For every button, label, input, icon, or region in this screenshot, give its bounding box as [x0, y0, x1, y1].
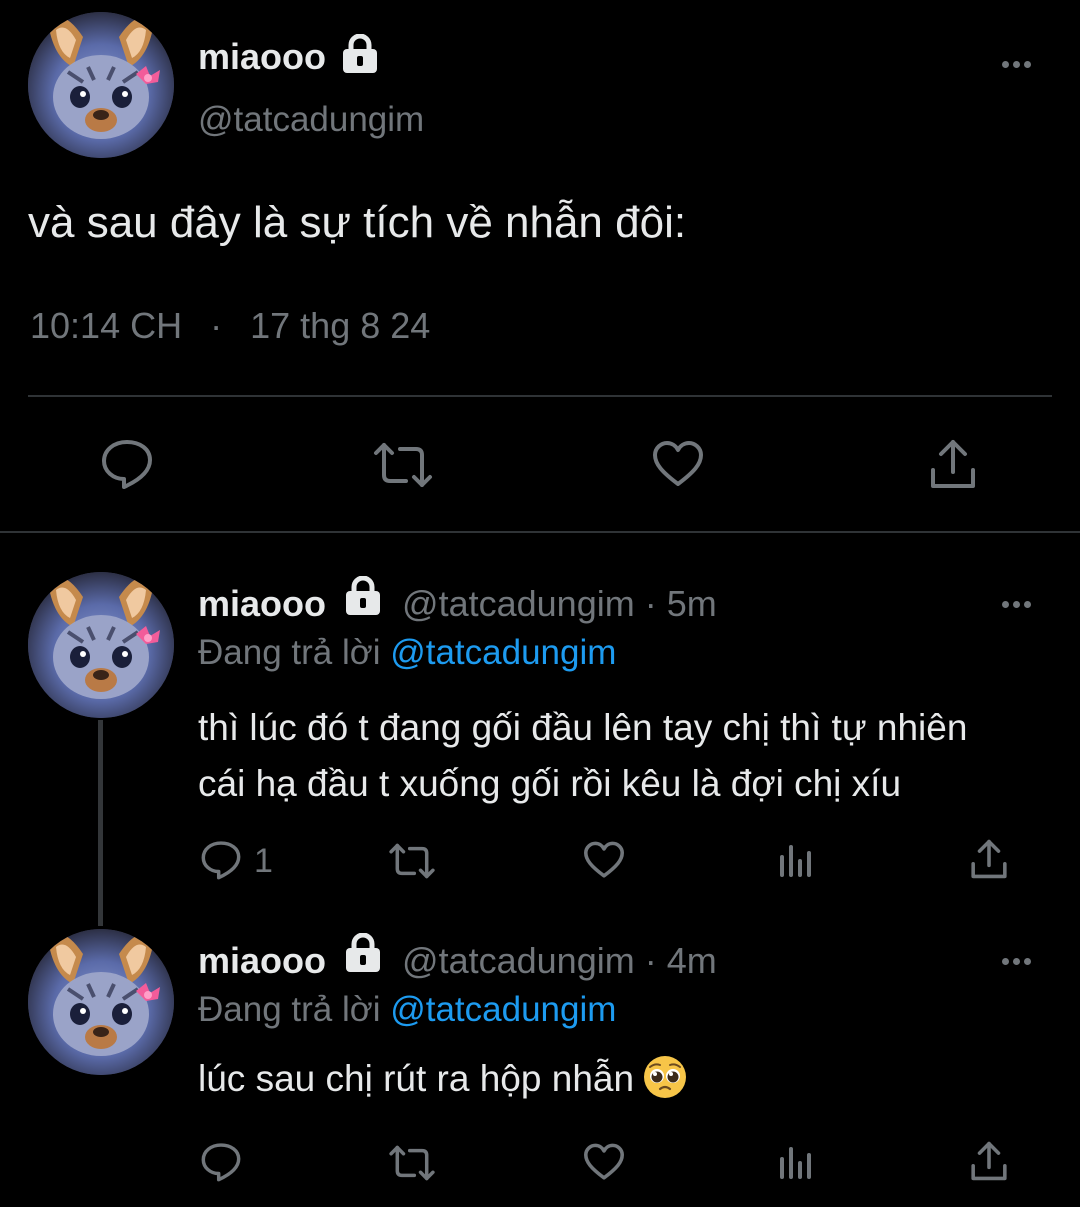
mention-link[interactable]: @tatcadungim: [390, 990, 616, 1029]
avatar[interactable]: [28, 929, 174, 1075]
display-name[interactable]: miaooo: [198, 583, 326, 624]
display-name[interactable]: miaooo: [198, 940, 326, 981]
mention-link[interactable]: @tatcadungim: [390, 633, 616, 672]
more-icon[interactable]: [1000, 55, 1040, 75]
reply-text-line: thì lúc đó t đang gối đầu lên tay chị th…: [198, 707, 968, 748]
pleading-face-emoji: [644, 1056, 687, 1099]
handle[interactable]: @tatcadungim: [198, 100, 424, 140]
lock-icon: [342, 932, 384, 982]
tweet-text: và sau đây là sự tích về nhẫn đôi:: [28, 198, 687, 247]
reply-icon[interactable]: [200, 1142, 242, 1182]
retweet-icon[interactable]: [388, 842, 436, 880]
heart-icon[interactable]: [652, 440, 704, 488]
section-divider: [0, 531, 1080, 533]
share-icon[interactable]: [929, 438, 977, 490]
replying-prefix: Đang trả lời: [198, 633, 381, 672]
share-icon[interactable]: [970, 838, 1008, 880]
replying-to: Đang trả lời @tatcadungim: [198, 990, 616, 1030]
handle[interactable]: @tatcadungim: [402, 583, 635, 624]
reply-text-line: lúc sau chị rút ra hộp nhẫn: [198, 1058, 635, 1099]
more-icon[interactable]: [1000, 595, 1040, 615]
display-name[interactable]: miaooo: [198, 36, 326, 78]
reply-icon[interactable]: [200, 840, 242, 880]
more-icon[interactable]: [1000, 952, 1040, 972]
tweet-time: 10:14 CH: [30, 305, 183, 346]
heart-icon[interactable]: [583, 841, 625, 879]
divider: [28, 395, 1052, 397]
views-icon[interactable]: [778, 1145, 814, 1181]
replying-prefix: Đang trả lời: [198, 990, 381, 1029]
retweet-icon[interactable]: [388, 1144, 436, 1182]
tweet-timestamp[interactable]: 10:14 CH · 17 thg 8 24: [30, 305, 430, 347]
avatar[interactable]: [28, 572, 174, 718]
avatar[interactable]: [28, 12, 174, 158]
reply-header: miaooo @tatcadungim · 4m: [198, 932, 717, 988]
replying-to: Đang trả lời @tatcadungim: [198, 633, 616, 673]
tweet-date: 17 thg 8 24: [250, 305, 431, 346]
reply-count: 1: [254, 842, 273, 880]
reply-header: miaooo @tatcadungim · 5m: [198, 575, 717, 631]
heart-icon[interactable]: [583, 1143, 625, 1181]
thread-line: [98, 720, 103, 926]
reply-text: lúc sau chị rút ra hộp nhẫn: [198, 1056, 687, 1102]
lock-icon: [339, 33, 381, 79]
reply-text: thì lúc đó t đang gối đầu lên tay chị th…: [198, 700, 967, 812]
views-icon[interactable]: [778, 843, 814, 879]
reply-icon[interactable]: [100, 438, 154, 490]
lock-icon: [342, 575, 384, 625]
post-age: · 4m: [644, 940, 717, 982]
separator: ·: [210, 305, 223, 346]
retweet-icon[interactable]: [372, 441, 434, 489]
handle[interactable]: @tatcadungim: [402, 940, 635, 981]
share-icon[interactable]: [970, 1140, 1008, 1182]
post-age: · 5m: [644, 583, 717, 625]
reply-text-line: cái hạ đầu t xuống gối rồi kêu là đợi ch…: [198, 763, 902, 804]
